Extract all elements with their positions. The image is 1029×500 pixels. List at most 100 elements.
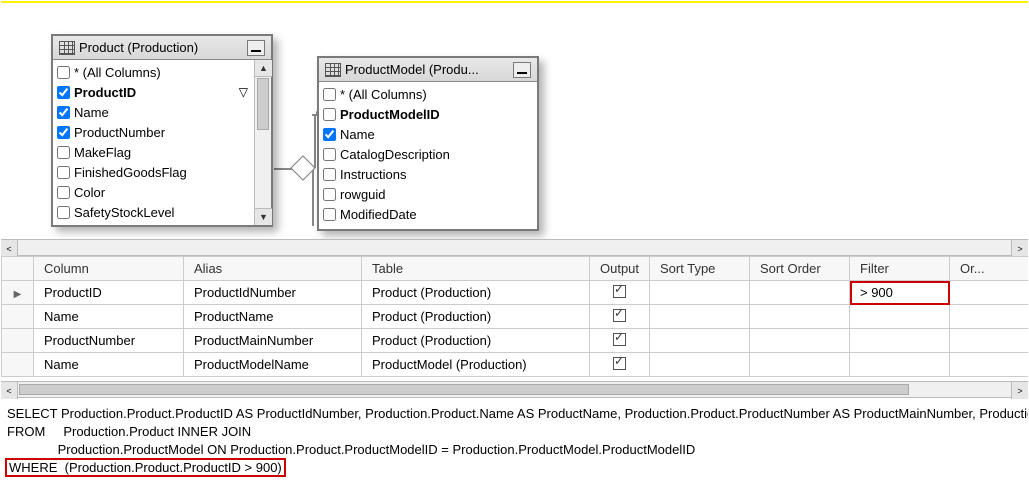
cell-sort-order[interactable] bbox=[750, 329, 850, 353]
cell-table[interactable]: Product (Production) bbox=[362, 305, 590, 329]
cell-sort-type[interactable] bbox=[650, 305, 750, 329]
criteria-row[interactable]: ▶ProductIDProductIdNumberProduct (Produc… bbox=[2, 281, 1029, 305]
cell-output[interactable] bbox=[590, 329, 650, 353]
scrollbar-vertical[interactable]: ▲ ▼ bbox=[254, 60, 271, 225]
cell-filter[interactable]: > 900 bbox=[850, 281, 950, 305]
cell-column[interactable]: ProductID bbox=[34, 281, 184, 305]
cell-sort-type[interactable] bbox=[650, 329, 750, 353]
column-checkbox[interactable] bbox=[323, 148, 336, 161]
criteria-row[interactable]: NameProductModelNameProductModel (Produc… bbox=[2, 353, 1029, 377]
row-selector[interactable] bbox=[2, 329, 34, 353]
scroll-right-button[interactable]: > bbox=[1011, 382, 1028, 399]
column-item[interactable]: Name bbox=[319, 124, 537, 144]
column-checkbox[interactable] bbox=[57, 166, 70, 179]
cell-filter[interactable] bbox=[850, 329, 950, 353]
scroll-left-button[interactable]: < bbox=[1, 240, 18, 257]
row-selector[interactable] bbox=[2, 305, 34, 329]
column-checkbox[interactable] bbox=[323, 108, 336, 121]
column-item[interactable]: ModifiedDate bbox=[319, 204, 537, 224]
column-checkbox[interactable] bbox=[323, 208, 336, 221]
cell-sort-type[interactable] bbox=[650, 353, 750, 377]
column-item[interactable]: ProductNumber bbox=[53, 122, 254, 142]
cell-or[interactable] bbox=[950, 305, 1029, 329]
scroll-up-button[interactable]: ▲ bbox=[255, 60, 272, 77]
cell-column[interactable]: Name bbox=[34, 305, 184, 329]
column-item[interactable]: rowguid bbox=[319, 184, 537, 204]
column-item[interactable]: * (All Columns) bbox=[319, 84, 537, 104]
table-titlebar[interactable]: ProductModel (Produ... bbox=[319, 58, 537, 82]
criteria-horizontal-scrollbar[interactable]: < > bbox=[1, 381, 1028, 398]
cell-filter[interactable] bbox=[850, 353, 950, 377]
column-item[interactable]: Color bbox=[53, 182, 254, 202]
header-sort-order[interactable]: Sort Order bbox=[750, 257, 850, 281]
checkmark-icon bbox=[613, 309, 626, 322]
cell-filter[interactable] bbox=[850, 305, 950, 329]
cell-or[interactable] bbox=[950, 353, 1029, 377]
cell-output[interactable] bbox=[590, 353, 650, 377]
diagram-horizontal-scrollbar[interactable]: < > bbox=[1, 239, 1028, 256]
column-checkbox[interactable] bbox=[57, 66, 70, 79]
header-output[interactable]: Output bbox=[590, 257, 650, 281]
header-alias[interactable]: Alias bbox=[184, 257, 362, 281]
minimize-button[interactable] bbox=[247, 40, 265, 56]
cell-output[interactable] bbox=[590, 305, 650, 329]
cell-table[interactable]: ProductModel (Production) bbox=[362, 353, 590, 377]
cell-alias[interactable]: ProductName bbox=[184, 305, 362, 329]
column-checkbox[interactable] bbox=[57, 146, 70, 159]
column-list: * (All Columns)ProductModelIDNameCatalog… bbox=[319, 82, 537, 229]
column-checkbox[interactable] bbox=[323, 88, 336, 101]
cell-alias[interactable]: ProductModelName bbox=[184, 353, 362, 377]
cell-alias[interactable]: ProductIdNumber bbox=[184, 281, 362, 305]
column-item[interactable]: * (All Columns) bbox=[53, 62, 254, 82]
column-item[interactable]: CatalogDescription bbox=[319, 144, 537, 164]
criteria-row[interactable]: ProductNumberProductMainNumberProduct (P… bbox=[2, 329, 1029, 353]
column-checkbox[interactable] bbox=[57, 86, 70, 99]
column-checkbox[interactable] bbox=[323, 128, 336, 141]
column-item[interactable]: MakeFlag bbox=[53, 142, 254, 162]
scroll-thumb[interactable] bbox=[19, 384, 909, 395]
scroll-right-button[interactable]: > bbox=[1011, 240, 1028, 257]
column-item[interactable]: ProductModelID bbox=[319, 104, 537, 124]
cell-table[interactable]: Product (Production) bbox=[362, 281, 590, 305]
column-item[interactable]: Instructions bbox=[319, 164, 537, 184]
cell-sort-order[interactable] bbox=[750, 281, 850, 305]
row-selector[interactable]: ▶ bbox=[2, 281, 34, 305]
header-sort-type[interactable]: Sort Type bbox=[650, 257, 750, 281]
column-checkbox[interactable] bbox=[57, 106, 70, 119]
column-label: MakeFlag bbox=[74, 145, 131, 160]
header-or[interactable]: Or... bbox=[950, 257, 1029, 281]
minimize-button[interactable] bbox=[513, 62, 531, 78]
cell-output[interactable] bbox=[590, 281, 650, 305]
column-checkbox[interactable] bbox=[57, 186, 70, 199]
cell-alias[interactable]: ProductMainNumber bbox=[184, 329, 362, 353]
criteria-grid[interactable]: Column Alias Table Output Sort Type Sort… bbox=[1, 256, 1029, 377]
table-productmodel[interactable]: ProductModel (Produ... * (All Columns)Pr… bbox=[317, 56, 539, 231]
column-item[interactable]: Name bbox=[53, 102, 254, 122]
table-titlebar[interactable]: Product (Production) bbox=[53, 36, 271, 60]
scroll-left-button[interactable]: < bbox=[1, 382, 18, 399]
criteria-row[interactable]: NameProductNameProduct (Production) bbox=[2, 305, 1029, 329]
column-checkbox[interactable] bbox=[323, 188, 336, 201]
cell-column[interactable]: Name bbox=[34, 353, 184, 377]
cell-or[interactable] bbox=[950, 329, 1029, 353]
header-column[interactable]: Column bbox=[34, 257, 184, 281]
column-checkbox[interactable] bbox=[57, 206, 70, 219]
header-filter[interactable]: Filter bbox=[850, 257, 950, 281]
column-item[interactable]: FinishedGoodsFlag bbox=[53, 162, 254, 182]
cell-table[interactable]: Product (Production) bbox=[362, 329, 590, 353]
cell-column[interactable]: ProductNumber bbox=[34, 329, 184, 353]
cell-sort-order[interactable] bbox=[750, 305, 850, 329]
scroll-thumb[interactable] bbox=[257, 78, 269, 130]
table-product[interactable]: Product (Production) * (All Columns)Prod… bbox=[51, 34, 273, 227]
column-checkbox[interactable] bbox=[57, 126, 70, 139]
row-selector[interactable] bbox=[2, 353, 34, 377]
cell-sort-type[interactable] bbox=[650, 281, 750, 305]
cell-or[interactable] bbox=[950, 281, 1029, 305]
sql-pane[interactable]: SELECT Production.Product.ProductID AS P… bbox=[1, 401, 1028, 481]
column-checkbox[interactable] bbox=[323, 168, 336, 181]
column-item[interactable]: SafetyStockLevel bbox=[53, 202, 254, 222]
column-item[interactable]: ProductID▽ bbox=[53, 82, 254, 102]
cell-sort-order[interactable] bbox=[750, 353, 850, 377]
header-table[interactable]: Table bbox=[362, 257, 590, 281]
scroll-down-button[interactable]: ▼ bbox=[255, 208, 272, 225]
